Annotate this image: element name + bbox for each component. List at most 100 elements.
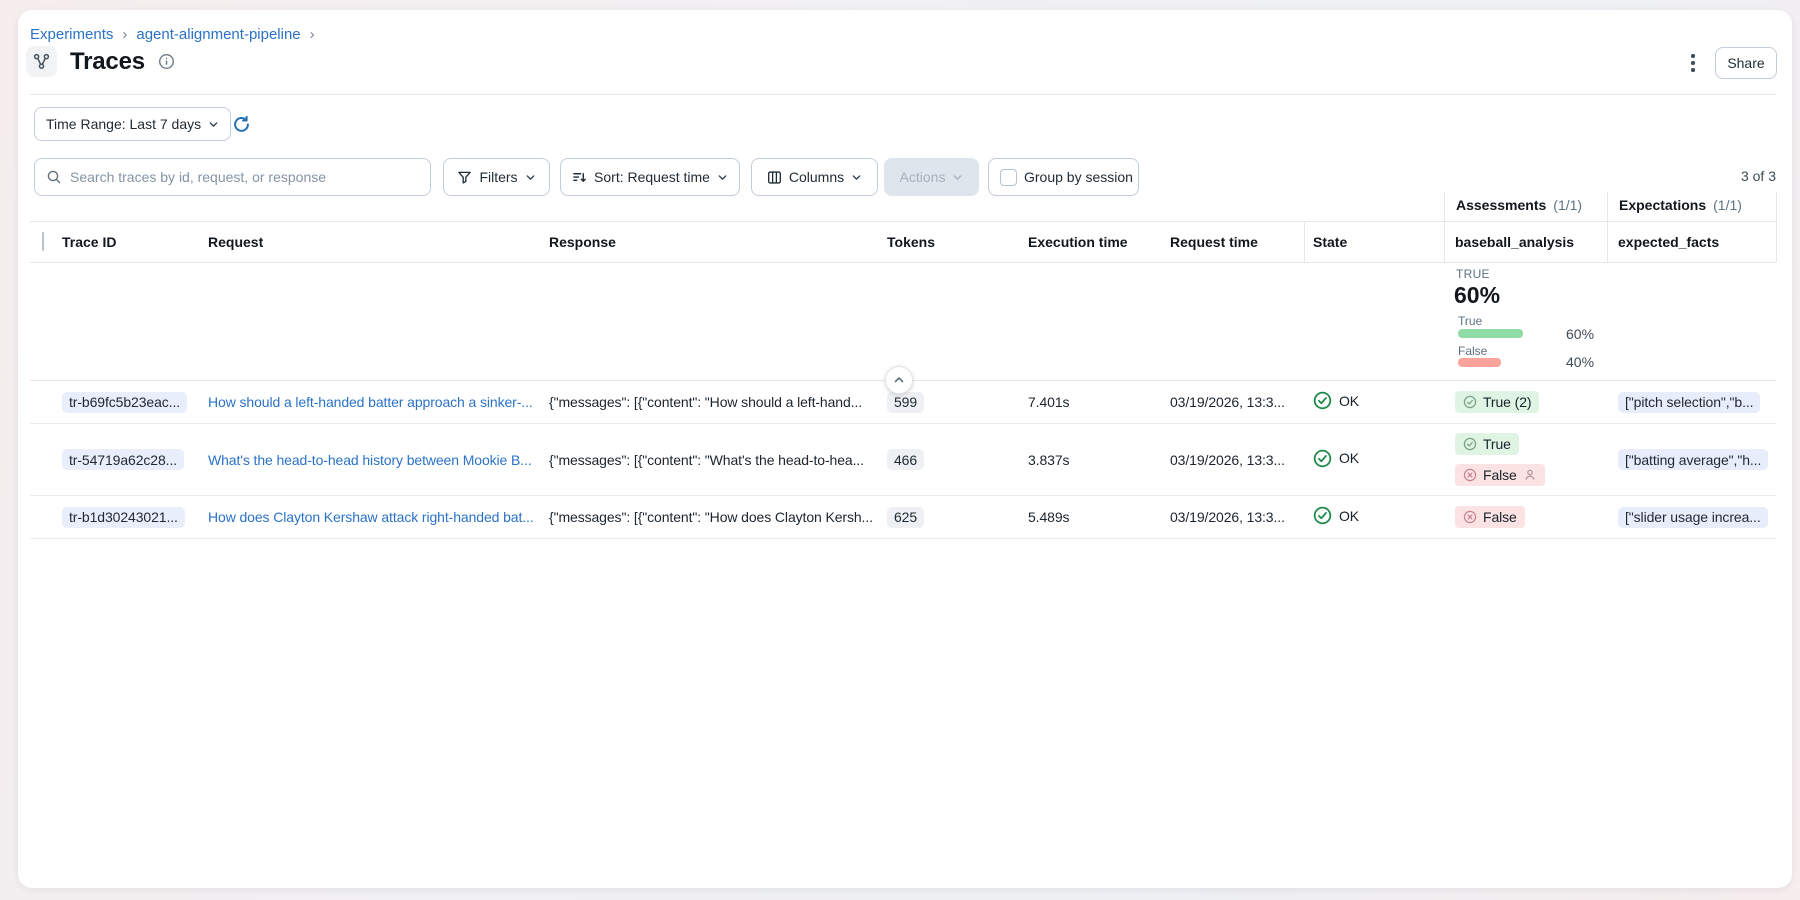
- human-icon: [1523, 468, 1537, 482]
- expected-facts-badge: ["slider usage increa...: [1618, 507, 1768, 528]
- assessment-value: False: [1483, 509, 1517, 525]
- collapse-summary-button[interactable]: [885, 366, 913, 394]
- trace-id-badge[interactable]: tr-b69fc5b23eac...: [62, 392, 187, 413]
- request-cell: How does Clayton Kershaw attack right-ha…: [208, 509, 549, 525]
- breadcrumb: Experiments › agent-alignment-pipeline ›: [30, 26, 315, 43]
- chevron-down-icon: [525, 172, 536, 183]
- trace-id-badge[interactable]: tr-b1d30243021...: [62, 507, 185, 528]
- state-label: OK: [1339, 393, 1359, 409]
- state-label: OK: [1339, 508, 1359, 524]
- response-preview: {"messages": [{"content": "What's the he…: [549, 452, 864, 468]
- group-by-session-toggle[interactable]: Group by session: [988, 158, 1139, 196]
- check-circle-icon: [1463, 395, 1477, 409]
- request-cell: How should a left-handed batter approach…: [208, 394, 549, 410]
- summary-metric-value: 60%: [1454, 282, 1500, 309]
- col-header-tokens[interactable]: Tokens: [887, 234, 1028, 250]
- chevron-down-icon: [717, 172, 728, 183]
- assessment-pill-false[interactable]: False: [1455, 506, 1525, 528]
- select-all-cell: [42, 233, 62, 251]
- x-circle-icon: [1463, 510, 1477, 524]
- group-by-session-checkbox[interactable]: [1000, 169, 1017, 186]
- check-circle-icon: [1313, 449, 1332, 468]
- overflow-menu-button[interactable]: [1680, 49, 1706, 77]
- col-header-request-time[interactable]: Request time: [1170, 234, 1313, 250]
- tokens-badge: 599: [887, 392, 924, 413]
- breadcrumb-experiments-link[interactable]: Experiments: [30, 26, 113, 43]
- sort-icon: [572, 170, 587, 185]
- page-header: Traces: [26, 46, 175, 77]
- col-header-expected-facts[interactable]: expected_facts: [1607, 234, 1776, 250]
- distribution-false-label: False: [1458, 344, 1487, 358]
- request-link[interactable]: How should a left-handed batter approach…: [208, 394, 533, 410]
- table-row[interactable]: tr-54719a62c28... What's the head-to-head…: [30, 424, 1776, 496]
- response-preview: {"messages": [{"content": "How should a …: [549, 394, 862, 410]
- state-badge: OK: [1313, 449, 1359, 468]
- col-header-trace-id[interactable]: Trace ID: [62, 234, 208, 250]
- search-input[interactable]: [70, 169, 419, 185]
- distribution-true-label: True: [1458, 314, 1482, 328]
- time-range-dropdown[interactable]: Time Range: Last 7 days: [34, 107, 231, 141]
- execution-time-cell: 7.401s: [1028, 394, 1170, 410]
- breadcrumb-experiment-link[interactable]: agent-alignment-pipeline: [136, 26, 300, 43]
- tokens-badge: 625: [887, 507, 924, 528]
- select-all-checkbox[interactable]: [42, 232, 44, 251]
- assessment-pill-false[interactable]: False: [1455, 464, 1545, 486]
- col-header-state[interactable]: State: [1313, 234, 1444, 250]
- check-circle-icon: [1313, 506, 1332, 525]
- state-cell: OK: [1313, 449, 1444, 471]
- assessment-value: True (2): [1483, 394, 1531, 410]
- state-badge: OK: [1313, 506, 1359, 525]
- col-header-baseball-analysis[interactable]: baseball_analysis: [1444, 234, 1607, 250]
- tokens-cell: 625: [887, 507, 1028, 528]
- table-body: tr-b69fc5b23eac... How should a left-hand…: [30, 380, 1776, 539]
- chevron-down-icon: [208, 119, 219, 130]
- chevron-up-icon: [893, 374, 905, 386]
- share-button[interactable]: Share: [1715, 47, 1777, 79]
- actions-button-disabled: Actions: [884, 158, 979, 196]
- request-time-cell: 03/19/2026, 13:3...: [1170, 509, 1313, 525]
- col-header-request[interactable]: Request: [208, 234, 549, 250]
- request-link[interactable]: What's the head-to-head history between …: [208, 452, 532, 468]
- table-row[interactable]: tr-b1d30243021... How does Clayton Kersha…: [30, 496, 1776, 539]
- tokens-badge: 466: [887, 449, 924, 470]
- distribution-true-bar: [1458, 329, 1566, 338]
- refresh-icon[interactable]: [230, 113, 252, 135]
- state-badge: OK: [1313, 391, 1359, 410]
- tokens-cell: 466: [887, 449, 1028, 470]
- request-time-cell: 03/19/2026, 13:3...: [1170, 394, 1313, 410]
- execution-time-cell: 3.837s: [1028, 452, 1170, 468]
- assessment-value: True: [1483, 436, 1511, 452]
- state-label: OK: [1339, 450, 1359, 466]
- assessment-pill-true[interactable]: True (2): [1455, 391, 1539, 413]
- chevron-down-icon: [952, 172, 963, 183]
- response-cell: {"messages": [{"content": "How should a …: [549, 394, 887, 410]
- info-icon[interactable]: [158, 53, 175, 70]
- expected-facts-badge: ["pitch selection","b...: [1618, 392, 1760, 413]
- chevron-down-icon: [851, 172, 862, 183]
- assessment-cell: True (2): [1444, 381, 1607, 423]
- header-divider: [30, 94, 1776, 95]
- filter-icon: [457, 170, 472, 185]
- col-header-response[interactable]: Response: [549, 234, 887, 250]
- page-title: Traces: [70, 48, 145, 76]
- assessment-value: False: [1483, 467, 1517, 483]
- search-icon: [46, 169, 62, 185]
- result-count: 3 of 3: [1600, 168, 1776, 184]
- state-cell: OK: [1313, 506, 1444, 528]
- state-cell: OK: [1313, 391, 1444, 413]
- trace-id-badge[interactable]: tr-54719a62c28...: [62, 449, 184, 470]
- sort-button[interactable]: Sort: Request time: [560, 158, 740, 196]
- expectations-group-header: Expectations (1/1): [1619, 197, 1742, 213]
- columns-button[interactable]: Columns: [751, 158, 878, 196]
- expectations-group-label: Expectations: [1619, 197, 1706, 213]
- assessment-cell: True False: [1444, 424, 1607, 495]
- filters-button[interactable]: Filters: [443, 158, 550, 196]
- expected-facts-cell: ["slider usage increa...: [1607, 507, 1776, 528]
- col-header-execution-time[interactable]: Execution time: [1028, 234, 1170, 250]
- request-link[interactable]: How does Clayton Kershaw attack right-ha…: [208, 509, 534, 525]
- table-header-row: Trace ID Request Response Tokens Executi…: [30, 222, 1776, 262]
- traces-icon: [26, 46, 57, 77]
- chevron-right-icon: ›: [122, 26, 127, 43]
- assessment-pill-true[interactable]: True: [1455, 433, 1519, 455]
- sort-label: Sort: Request time: [594, 169, 710, 185]
